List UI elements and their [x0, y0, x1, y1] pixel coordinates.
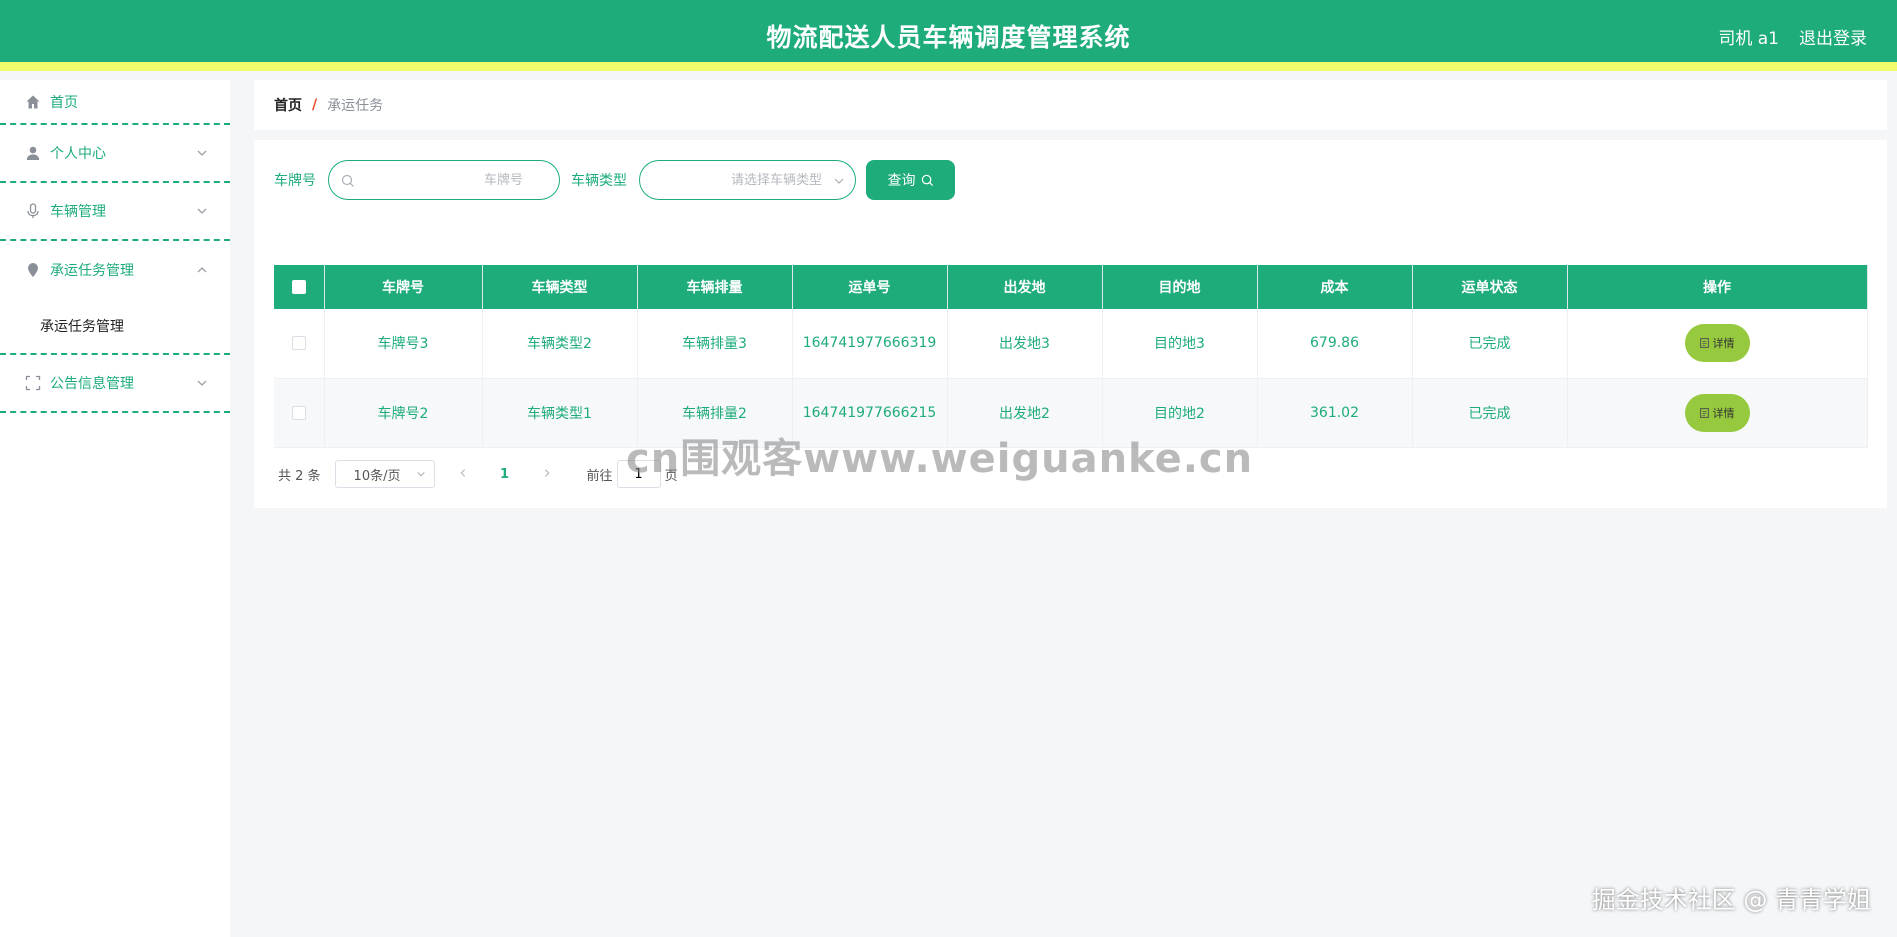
- cell-origin: 出发地3: [947, 309, 1103, 379]
- chevron-down-icon: [416, 471, 425, 477]
- cell-actions: 详情: [1567, 309, 1868, 379]
- cell-plate: 车牌号3: [324, 309, 483, 379]
- document-icon: [1699, 338, 1709, 349]
- page-number-current[interactable]: 1: [491, 467, 519, 482]
- query-button[interactable]: 查询: [866, 160, 955, 200]
- cell-plate: 车牌号2: [324, 378, 483, 448]
- table-row: 车牌号2 车辆类型1 车辆排量2 164741977666215 出发地2 目的…: [274, 378, 1868, 448]
- sidebar-item-label: 承运任务管理: [50, 263, 134, 279]
- column-header[interactable]: 成本: [1257, 265, 1413, 309]
- detail-button-label: 详情: [1712, 406, 1735, 420]
- cell-cost: 361.02: [1257, 378, 1413, 448]
- breadcrumb-home[interactable]: 首页: [274, 95, 302, 115]
- breadcrumb: 首页 / 承运任务: [254, 80, 1887, 130]
- breadcrumb-separator: /: [312, 97, 318, 113]
- cell-displacement: 车辆排量2: [637, 378, 793, 448]
- sidebar-item-announcement-management[interactable]: 公告信息管理: [0, 355, 230, 413]
- detail-button[interactable]: 详情: [1684, 393, 1750, 432]
- plate-label: 车牌号: [274, 173, 316, 189]
- detail-button[interactable]: 详情: [1684, 324, 1750, 363]
- plate-search-input[interactable]: [341, 161, 541, 199]
- chevron-right-icon: [544, 468, 549, 477]
- home-icon: [24, 93, 42, 111]
- row-select-cell: [274, 309, 325, 379]
- vehicle-type-select[interactable]: [639, 160, 856, 200]
- cell-type: 车辆类型1: [482, 378, 638, 448]
- select-all-checkbox[interactable]: [291, 280, 306, 294]
- sidebar-item-personal-center[interactable]: 个人中心: [0, 125, 230, 183]
- cell-waybill: 164741977666215: [792, 378, 948, 448]
- watermark-corner: 掘金技术社区 @ 青青学姐: [1591, 886, 1871, 914]
- cell-actions: 详情: [1567, 378, 1868, 448]
- column-header: 操作: [1567, 265, 1868, 309]
- column-header[interactable]: 车辆排量: [637, 265, 793, 309]
- column-header[interactable]: 车牌号: [324, 265, 483, 309]
- scan-icon: [24, 374, 42, 392]
- table-row: 车牌号3 车辆类型2 车辆排量3 164741977666319 出发地3 目的…: [274, 309, 1868, 379]
- column-header[interactable]: 运单号: [792, 265, 948, 309]
- row-checkbox[interactable]: [291, 336, 306, 351]
- cell-destination: 目的地3: [1102, 309, 1258, 379]
- search-form: 车牌号 车辆类型 查询: [274, 160, 955, 200]
- cell-status: 已完成: [1412, 378, 1568, 448]
- detail-button-label: 详情: [1712, 337, 1735, 351]
- column-header[interactable]: 车辆类型: [482, 265, 638, 309]
- sidebar-item-label: 个人中心: [50, 146, 106, 162]
- row-checkbox[interactable]: [291, 405, 306, 420]
- row-select-cell: [274, 378, 325, 448]
- sidebar-item-label: 公告信息管理: [50, 376, 134, 392]
- select-all-cell: [274, 265, 325, 309]
- page-size-select[interactable]: 10条/页: [334, 460, 435, 488]
- column-header[interactable]: 目的地: [1102, 265, 1258, 309]
- cell-cost: 679.86: [1257, 309, 1413, 379]
- cell-displacement: 车辆排量3: [637, 309, 793, 379]
- breadcrumb-current: 承运任务: [327, 98, 384, 114]
- sidebar-item-home[interactable]: 首页: [0, 80, 230, 125]
- document-icon: [1699, 407, 1709, 418]
- shipping-task-table: 车牌号 车辆类型 车辆排量 运单号 出发地 目的地 成本 运单状态 操作 车牌号…: [274, 265, 1868, 448]
- plate-input-wrapper: [328, 160, 560, 200]
- page-size-value: 10条/页: [353, 468, 401, 484]
- sidebar-subitem-shipping-task-management[interactable]: 承运任务管理: [0, 299, 230, 355]
- sidebar: 首页 个人中心 车辆管理 承运任务管理 承运任务管理 公告信息管理: [0, 80, 230, 937]
- prev-page-button[interactable]: [449, 467, 477, 482]
- sidebar-item-vehicle-management[interactable]: 车辆管理: [0, 183, 230, 241]
- vehicle-type-input[interactable]: [640, 161, 830, 199]
- cell-origin: 出发地2: [947, 378, 1103, 448]
- logout-button[interactable]: 退出登录: [1799, 24, 1867, 49]
- search-icon: [341, 174, 354, 187]
- goto-prefix: 前往: [586, 468, 613, 484]
- top-header: 物流配送人员车辆调度管理系统 司机 a1 退出登录: [0, 0, 1897, 71]
- microphone-icon: [24, 202, 42, 220]
- cell-type: 车辆类型2: [482, 309, 638, 379]
- query-button-label: 查询: [887, 173, 916, 189]
- main-panel: 车牌号 车辆类型 查询 车牌号 车辆类型 车辆排量 运单号: [254, 140, 1887, 508]
- goto-page-input[interactable]: [616, 460, 661, 488]
- chevron-left-icon: [460, 468, 465, 477]
- chevron-down-icon: [197, 380, 207, 386]
- sidebar-item-shipping-task-management[interactable]: 承运任务管理: [0, 241, 230, 299]
- chevron-down-icon: [197, 150, 207, 156]
- pagination: 共 2 条 10条/页 1 前往 页: [278, 460, 678, 488]
- map-pin-icon: [24, 261, 42, 279]
- sidebar-item-label: 车辆管理: [50, 204, 106, 220]
- table-header-row: 车牌号 车辆类型 车辆排量 运单号 出发地 目的地 成本 运单状态 操作: [274, 265, 1868, 309]
- search-icon: [921, 174, 933, 186]
- vehicle-type-label: 车辆类型: [571, 173, 627, 189]
- chevron-down-icon: [197, 208, 207, 214]
- cell-status: 已完成: [1412, 309, 1568, 379]
- sidebar-item-label: 首页: [50, 94, 78, 111]
- cell-destination: 目的地2: [1102, 378, 1258, 448]
- chevron-up-icon: [197, 267, 207, 273]
- pagination-total: 共 2 条: [278, 468, 321, 484]
- chevron-down-icon: [834, 178, 844, 184]
- cell-waybill: 164741977666319: [792, 309, 948, 379]
- next-page-button[interactable]: [533, 467, 561, 482]
- current-user: 司机 a1: [1718, 29, 1779, 49]
- column-header[interactable]: 运单状态: [1412, 265, 1568, 309]
- goto-suffix: 页: [664, 468, 678, 484]
- user-icon: [24, 144, 42, 162]
- system-title: 物流配送人员车辆调度管理系统: [766, 23, 1131, 52]
- column-header[interactable]: 出发地: [947, 265, 1103, 309]
